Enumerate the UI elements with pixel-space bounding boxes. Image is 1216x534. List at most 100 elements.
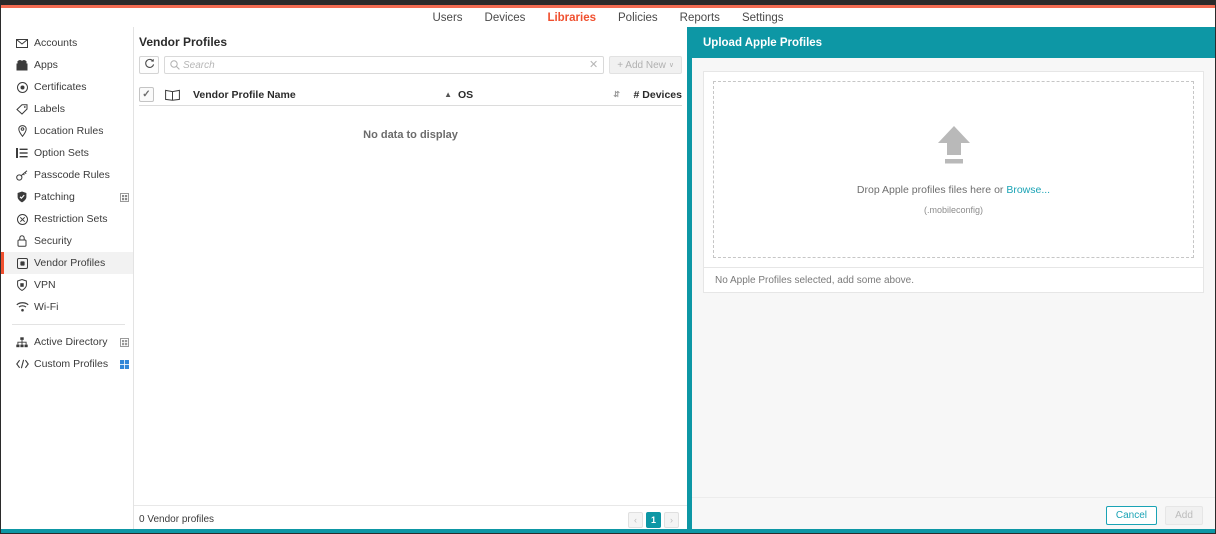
sidebar-item-option-sets[interactable]: Option Sets (1, 142, 133, 164)
sidebar-label-wifi: Wi-Fi (34, 301, 59, 313)
sidebar-item-wifi[interactable]: Wi-Fi (1, 296, 133, 318)
option-sets-icon (15, 147, 29, 160)
nav-item-policies[interactable]: Policies (618, 12, 658, 24)
location-pin-icon (15, 125, 29, 138)
app-box-icon (15, 59, 29, 72)
upload-card: Drop Apple profiles files here or Browse… (703, 71, 1204, 268)
page-title: Vendor Profiles (139, 35, 228, 49)
sidebar-item-active-directory[interactable]: Active Directory (1, 331, 133, 353)
sidebar-item-restriction-sets[interactable]: Restriction Sets (1, 208, 133, 230)
shield-icon (15, 191, 29, 204)
panel-title: Upload Apple Profiles (703, 36, 823, 49)
nav-item-reports[interactable]: Reports (680, 12, 720, 24)
sidebar-item-accounts[interactable]: Accounts (1, 32, 133, 54)
upload-apple-profiles-panel: Upload Apple Profiles Drop Apple profile… (687, 27, 1215, 533)
sidebar-label-patching: Patching (34, 191, 75, 203)
nav-item-devices[interactable]: Devices (485, 12, 526, 24)
sidebar-item-location-rules[interactable]: Location Rules (1, 120, 133, 142)
sitemap-icon (15, 336, 29, 349)
nav-item-libraries[interactable]: Libraries (547, 12, 596, 24)
book-icon (165, 89, 181, 101)
code-icon (15, 358, 29, 371)
sidebar-label-option-sets: Option Sets (34, 147, 89, 159)
bottom-accent-bar (1, 529, 1215, 533)
certificate-icon (15, 81, 29, 94)
selection-status-note: No Apple Profiles selected, add some abo… (703, 268, 1204, 293)
sidebar-label-restriction-sets: Restriction Sets (34, 213, 108, 225)
column-label-os: OS (458, 88, 474, 101)
pagination-prev[interactable]: ‹ (627, 511, 643, 528)
dropzone-filetypes: (.mobileconfig) (923, 205, 984, 215)
sidebar-divider (12, 324, 125, 325)
column-os[interactable]: OS ⇵ (458, 89, 626, 101)
record-count-text: 0 Vendor profiles (139, 514, 215, 525)
column-devices[interactable]: # Devices (626, 89, 682, 101)
column-vendor-profile-name[interactable]: Vendor Profile Name ▲ (193, 89, 458, 101)
vendor-profiles-list-panel: Vendor Profiles ✕ + Add New ∨ ✓ (134, 27, 687, 533)
sidebar-label-accounts: Accounts (34, 37, 78, 49)
add-button[interactable]: Add (1165, 506, 1203, 525)
sidebar-item-passcode-rules[interactable]: Passcode Rules (1, 164, 133, 186)
application-window: Users Devices Libraries Policies Reports… (0, 0, 1216, 534)
search-icon (170, 60, 180, 70)
refresh-button[interactable] (139, 56, 159, 74)
column-label-devices: # Devices (633, 88, 682, 101)
sidebar-label-certificates: Certificates (34, 81, 87, 93)
pagination: ‹ 1 › (627, 511, 679, 528)
envelope-icon (15, 37, 29, 50)
pagination-next[interactable]: › (664, 511, 679, 528)
dropzone-text: Drop Apple profiles files here or Browse… (857, 184, 1050, 196)
empty-state-message: No data to display (363, 129, 458, 141)
panel-footer: Cancel Add (692, 497, 1215, 533)
sidebar-label-passcode-rules: Passcode Rules (34, 169, 110, 181)
sidebar-item-certificates[interactable]: Certificates (1, 76, 133, 98)
sidebar-label-location-rules: Location Rules (34, 125, 104, 137)
dropzone-text-before: Drop Apple profiles files here or (856, 184, 1007, 196)
windows-blue-badge-icon (120, 359, 129, 369)
search-input[interactable] (183, 57, 584, 73)
column-label-vendor-profile-name: Vendor Profile Name (193, 88, 296, 101)
chevron-down-icon: ∨ (668, 62, 674, 69)
upload-arrow-icon (934, 124, 974, 171)
sidebar-label-active-directory: Active Directory (34, 336, 108, 348)
search-field-wrapper[interactable]: ✕ (164, 56, 605, 74)
browse-link[interactable]: Browse... (1006, 184, 1050, 196)
sidebar-label-apps: Apps (34, 59, 58, 71)
file-dropzone[interactable]: Drop Apple profiles files here or Browse… (713, 81, 1194, 258)
sidebar-item-apps[interactable]: Apps (1, 54, 133, 76)
sidebar-item-vpn[interactable]: VPN (1, 274, 133, 296)
table-header-row: ✓ Vendor Profile Name ▲ OS ⇵ # Devices (139, 84, 682, 106)
sidebar-label-vendor-profiles: Vendor Profiles (34, 257, 106, 269)
add-new-button[interactable]: + Add New ∨ (609, 56, 682, 74)
vpn-shield-icon (15, 279, 29, 292)
select-all-checkbox[interactable]: ✓ (139, 87, 154, 102)
sidebar-navigation: Accounts Apps Certificates Labels Locati (1, 27, 134, 533)
lock-icon (15, 235, 29, 248)
sidebar-item-labels[interactable]: Labels (1, 98, 133, 120)
sidebar-label-vpn: VPN (34, 279, 56, 291)
top-navigation: Users Devices Libraries Policies Reports… (1, 8, 1215, 27)
sidebar-item-custom-profiles[interactable]: Custom Profiles (1, 353, 133, 375)
sidebar-label-labels: Labels (34, 103, 65, 115)
restriction-icon (15, 213, 29, 226)
clear-icon[interactable]: ✕ (584, 59, 603, 71)
panel-body: Drop Apple profiles files here or Browse… (692, 58, 1215, 497)
sidebar-item-patching[interactable]: Patching (1, 186, 133, 208)
pagination-page-1[interactable]: 1 (645, 511, 661, 528)
panel-header: Upload Apple Profiles (692, 27, 1215, 58)
wifi-icon (15, 301, 29, 314)
sidebar-item-vendor-profiles[interactable]: Vendor Profiles (1, 252, 133, 274)
sidebar-item-security[interactable]: Security (1, 230, 133, 252)
refresh-icon (144, 56, 155, 74)
patching-badge-icon (120, 192, 129, 202)
nav-item-settings[interactable]: Settings (742, 12, 784, 24)
list-toolbar: ✕ + Add New ∨ (134, 55, 687, 75)
passcode-key-icon (15, 169, 29, 182)
sort-asc-icon: ▲ (444, 89, 452, 99)
tag-icon (15, 103, 29, 116)
cancel-button[interactable]: Cancel (1105, 506, 1157, 525)
sidebar-label-security: Security (34, 235, 72, 247)
nav-item-users[interactable]: Users (433, 12, 463, 24)
sidebar-label-custom-profiles: Custom Profiles (34, 358, 109, 370)
sort-none-icon: ⇵ (613, 89, 620, 99)
